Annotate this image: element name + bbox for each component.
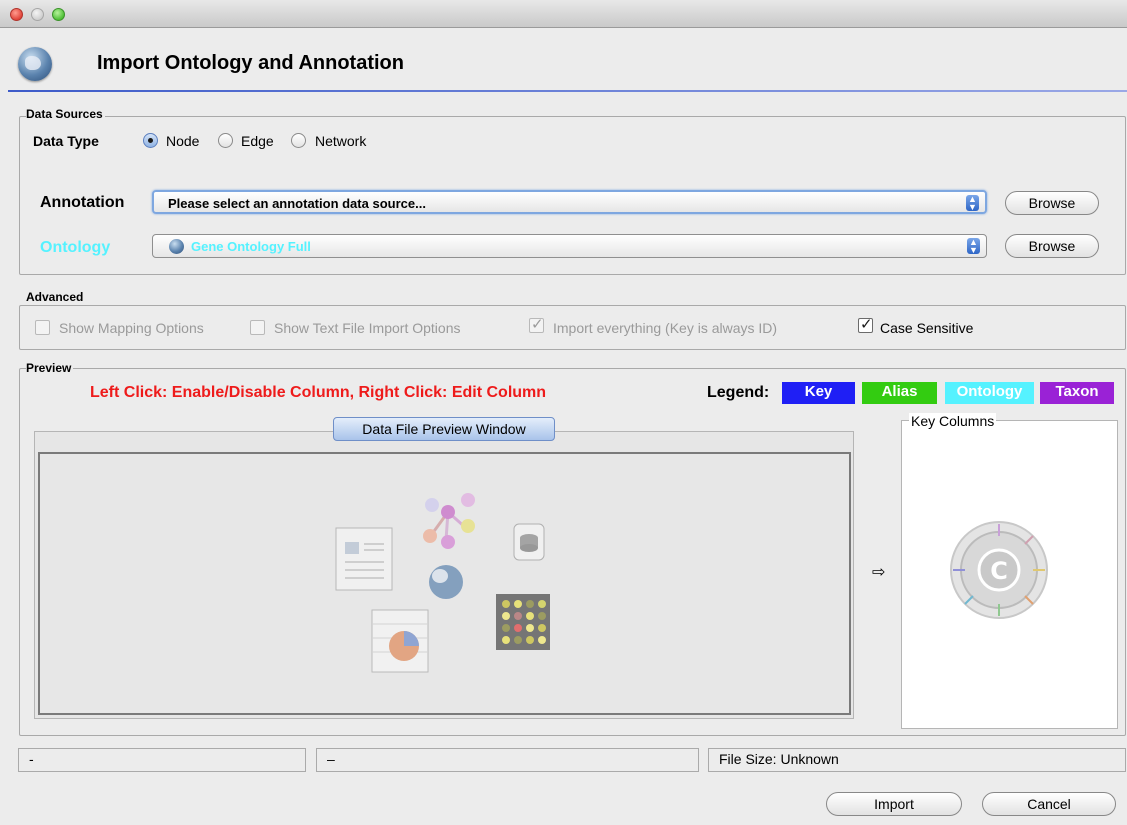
annotation-select-value: Please select an annotation data source.… [168, 196, 426, 211]
cancel-button[interactable]: Cancel [982, 792, 1116, 816]
preview-legend: Preview [26, 361, 74, 375]
spreadsheet-chart-icon [371, 609, 429, 673]
ontology-select[interactable]: Gene Ontology Full ▲ ▼ [152, 234, 987, 258]
file-size-status: File Size: Unknown [708, 748, 1126, 772]
globe-icon [169, 239, 184, 254]
network-graph-icon [423, 493, 475, 549]
globe-icon [429, 565, 463, 599]
legend-label: Legend: [707, 384, 770, 401]
show-mapping-options-label: Show Mapping Options [59, 320, 204, 336]
legend-alias: Alias [862, 382, 937, 404]
annotation-label: Annotation [40, 194, 125, 211]
show-text-file-import-options-checkbox[interactable] [250, 320, 265, 335]
radio-edge-label[interactable]: Edge [241, 133, 274, 149]
key-columns-panel[interactable]: C [901, 420, 1118, 729]
cytoscape-logo-icon: C [950, 521, 1048, 619]
case-sensitive-label: Case Sensitive [880, 320, 974, 336]
browse-ontology-button[interactable]: Browse [1005, 234, 1099, 258]
advanced-legend: Advanced [26, 290, 86, 304]
ontology-label: Ontology [40, 239, 111, 256]
key-columns-title: Key Columns [909, 413, 997, 429]
show-text-file-import-options-label: Show Text File Import Options [274, 320, 461, 336]
globe-icon [18, 47, 52, 81]
import-everything-checkbox[interactable]: ✓ [529, 316, 544, 333]
right-arrow-icon: ⇨ [872, 564, 886, 581]
import-everything-label: Import everything (Key is always ID) [553, 320, 778, 336]
window-titlebar [0, 0, 1127, 28]
preview-table-area[interactable] [38, 452, 851, 715]
checkmark-icon: ✓ [860, 316, 873, 333]
data-type-label: Data Type [33, 133, 99, 149]
annotation-select[interactable]: Please select an annotation data source.… [152, 190, 987, 214]
import-button[interactable]: Import [826, 792, 962, 816]
data-file-preview-window-button[interactable]: Data File Preview Window [333, 417, 555, 441]
radio-node[interactable] [143, 133, 158, 148]
status-field-1: - [18, 748, 306, 772]
file-types-illustration [335, 493, 550, 673]
close-window-button[interactable] [10, 8, 23, 21]
data-sources-legend: Data Sources [26, 107, 105, 121]
database-icon [513, 523, 545, 561]
zoom-window-button[interactable] [52, 8, 65, 21]
dialog-title: Import Ontology and Annotation [97, 52, 404, 74]
legend-key: Key [782, 382, 855, 404]
minimize-window-button[interactable] [31, 8, 44, 21]
browse-annotation-button[interactable]: Browse [1005, 191, 1099, 215]
heatmap-matrix-icon [496, 594, 550, 650]
updown-arrows-icon: ▲ ▼ [967, 238, 980, 255]
status-field-2: – [316, 748, 699, 772]
legend-ontology: Ontology [945, 382, 1034, 404]
svg-text:C: C [990, 557, 1008, 585]
case-sensitive-checkbox[interactable]: ✓ [858, 316, 873, 333]
legend-taxon: Taxon [1040, 382, 1114, 404]
ontology-select-value: Gene Ontology Full [191, 239, 311, 254]
radio-edge[interactable] [218, 133, 233, 148]
checkmark-icon: ✓ [531, 316, 544, 333]
updown-arrows-icon: ▲ ▼ [966, 195, 979, 212]
radio-network[interactable] [291, 133, 306, 148]
radio-network-label[interactable]: Network [315, 133, 366, 149]
text-document-icon [335, 527, 393, 591]
preview-instruction: Left Click: Enable/Disable Column, Right… [90, 384, 547, 401]
radio-node-label[interactable]: Node [166, 133, 199, 149]
header-divider [8, 90, 1127, 92]
show-mapping-options-checkbox[interactable] [35, 320, 50, 335]
